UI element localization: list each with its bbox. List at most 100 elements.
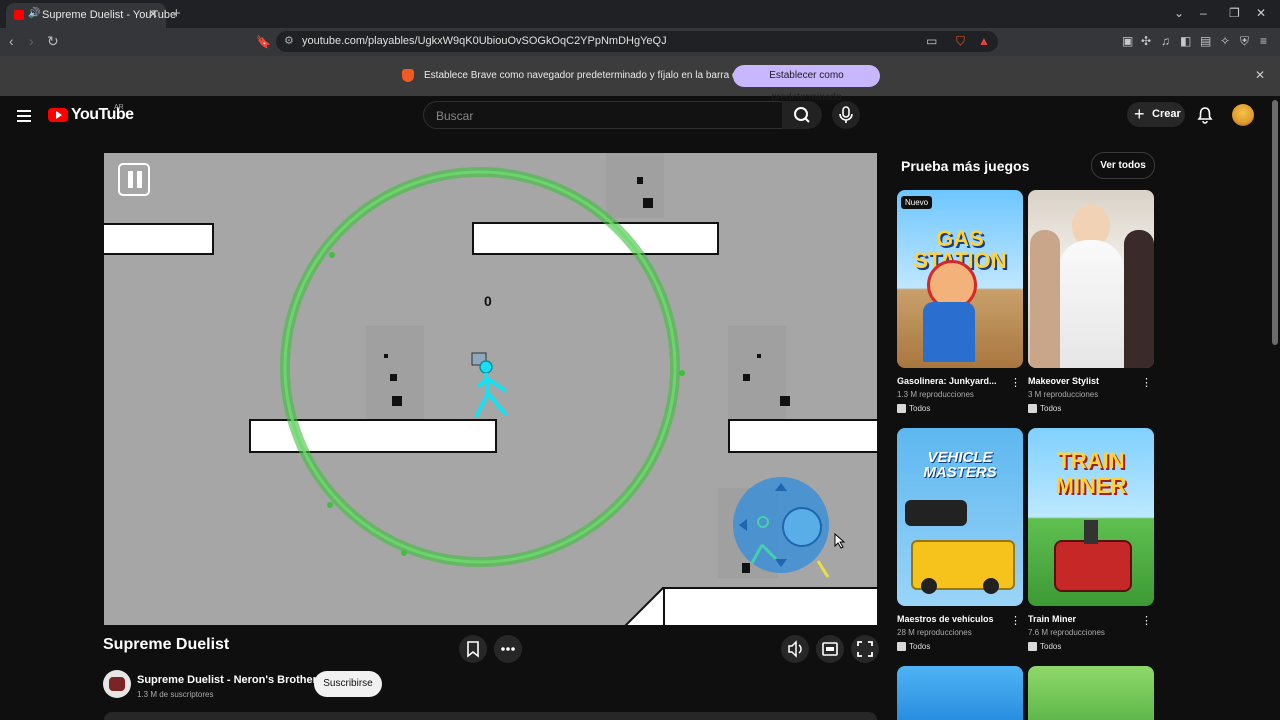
card-more-icon[interactable]: ⋮ (1010, 376, 1021, 389)
media-icon[interactable]: ♫ (1161, 34, 1170, 48)
maximize-icon[interactable]: ❐ (1229, 6, 1240, 20)
rating-icon (897, 642, 906, 651)
rating-icon (897, 404, 906, 413)
debris-block (757, 354, 761, 358)
game-card-title: Maestros de vehículos (897, 614, 994, 624)
game-card-title: Train Miner (1028, 614, 1077, 624)
joystick-control[interactable] (732, 475, 832, 585)
create-button[interactable]: + Crear (1127, 102, 1185, 127)
microphone-icon (839, 106, 853, 123)
sidebar-toggle-icon[interactable]: ◧ (1180, 34, 1191, 48)
bookmark-icon (467, 641, 479, 658)
game-card-views: 28 M reproducciones (897, 628, 972, 637)
game-card-thumbnail-partial[interactable] (1028, 666, 1154, 720)
search-input[interactable] (434, 106, 768, 126)
game-card-thumbnail-partial[interactable] (897, 666, 1023, 720)
leo-ai-icon[interactable]: ✧ (1220, 34, 1230, 48)
police-car (905, 500, 967, 526)
channel-avatar[interactable] (103, 670, 131, 698)
account-avatar[interactable] (1232, 104, 1254, 126)
subscribe-button[interactable]: Suscribirse (314, 671, 382, 697)
audience-badge: Todos (1028, 404, 1061, 413)
more-options-button[interactable] (494, 635, 522, 663)
voice-search-button[interactable] (832, 101, 860, 129)
platform (662, 587, 877, 625)
minimize-icon[interactable]: – (1200, 6, 1207, 20)
fullscreen-icon (857, 641, 873, 657)
forward-icon[interactable]: › (29, 33, 34, 49)
address-bar[interactable]: ⚙ youtube.com/playables/UgkxW9qK0UbiouOv… (276, 31, 998, 52)
audience-badge: Todos (897, 642, 930, 651)
puzzle-extensions-icon[interactable]: ✣ (1141, 34, 1151, 48)
new-tab-icon[interactable]: + (172, 5, 181, 22)
player-stickman (471, 352, 508, 418)
audio-playing-icon[interactable]: 🔊 (28, 8, 40, 19)
reload-icon[interactable]: ↻ (47, 33, 59, 50)
game-card-views: 3 M reproducciones (1028, 390, 1099, 399)
game-canvas[interactable]: 0 (104, 153, 877, 625)
brave-shields-icon[interactable]: ⛉ (956, 34, 965, 49)
wallet-icon[interactable]: ▤ (1200, 34, 1211, 48)
game-thumbnail: GAS STATION Nuevo (897, 190, 1023, 368)
background-pillar (728, 326, 786, 422)
game-title: Supreme Duelist (103, 636, 230, 653)
vpn-icon[interactable]: ⛨ (1240, 34, 1249, 49)
fullscreen-button[interactable] (851, 635, 879, 663)
tab-list-icon[interactable]: ⌄ (1174, 6, 1184, 20)
infobar-close-icon[interactable]: ✕ (1255, 68, 1265, 82)
save-game-button[interactable] (459, 635, 487, 663)
youtube-wordmark: YouTube (71, 106, 134, 123)
theater-mode-button[interactable] (816, 635, 844, 663)
hamburger-menu-icon[interactable] (17, 108, 31, 122)
audience-badge: Todos (1028, 642, 1061, 651)
game-thumbnail (1028, 190, 1154, 368)
rating-icon (1028, 404, 1037, 413)
channel-name[interactable]: Supreme Duelist - Neron's Brother (137, 674, 317, 686)
thumbnail-title: VEHICLE MASTERS (923, 449, 997, 481)
default-browser-infobar: Establece Brave como navegador predeterm… (0, 56, 1280, 103)
bell-icon (1197, 107, 1213, 124)
more-horizontal-icon (501, 647, 515, 651)
debris-block (780, 396, 790, 406)
close-tab-icon[interactable]: ✕ (148, 7, 158, 21)
mouse-cursor-icon (834, 533, 846, 549)
cast-icon[interactable]: ▭ (926, 34, 937, 48)
close-window-icon[interactable]: ✕ (1256, 6, 1266, 20)
bookmark-page-icon[interactable]: 🔖 (256, 35, 271, 49)
ramp-edge (624, 587, 665, 625)
page-scrollbar[interactable] (1272, 100, 1278, 345)
youtube-play-icon (48, 108, 68, 122)
browser-menu-icon[interactable]: ≡ (1260, 34, 1267, 48)
pause-button[interactable] (118, 163, 150, 196)
browser-tab[interactable]: 🔊 Supreme Duelist - YouTube ✕ (6, 3, 176, 28)
back-icon[interactable]: ‹ (9, 33, 14, 49)
card-more-icon[interactable]: ⋮ (1141, 614, 1152, 627)
right-model (1124, 230, 1154, 368)
infobar-message: Establece Brave como navegador predeterm… (424, 70, 774, 81)
card-more-icon[interactable]: ⋮ (1141, 376, 1152, 389)
channel-avatar-image (109, 677, 125, 691)
url-text: youtube.com/playables/UgkxW9qK0UbiouOvSO… (302, 35, 667, 47)
game-card-views: 1.3 M reproducciones (897, 390, 974, 399)
more-games-heading: Prueba más juegos (901, 158, 1030, 174)
platform (104, 223, 214, 255)
character-body (923, 302, 975, 362)
browser-tab-bar (0, 0, 1280, 28)
locomotive (1054, 540, 1132, 592)
see-all-button[interactable]: Ver todos (1091, 152, 1155, 179)
thumbnail-title: TRAIN MINER (1055, 448, 1127, 498)
sound-toggle-button[interactable] (781, 635, 809, 663)
set-default-button[interactable]: Establecer como predeterminado (733, 65, 880, 103)
brave-logo-icon (402, 69, 414, 82)
brave-rewards-icon[interactable]: ▲ (978, 34, 990, 48)
site-settings-icon[interactable]: ⚙ (284, 34, 294, 47)
youtube-favicon-icon (14, 10, 24, 20)
notifications-button[interactable] (1196, 106, 1214, 129)
extension-icon[interactable]: ▣ (1122, 34, 1133, 48)
volume-icon (788, 640, 802, 658)
search-button[interactable] (782, 101, 822, 129)
card-more-icon[interactable]: ⋮ (1010, 614, 1021, 627)
truck-wheel (921, 578, 937, 594)
truck-wheel (983, 578, 999, 594)
game-card-title: Makeover Stylist (1028, 376, 1100, 386)
